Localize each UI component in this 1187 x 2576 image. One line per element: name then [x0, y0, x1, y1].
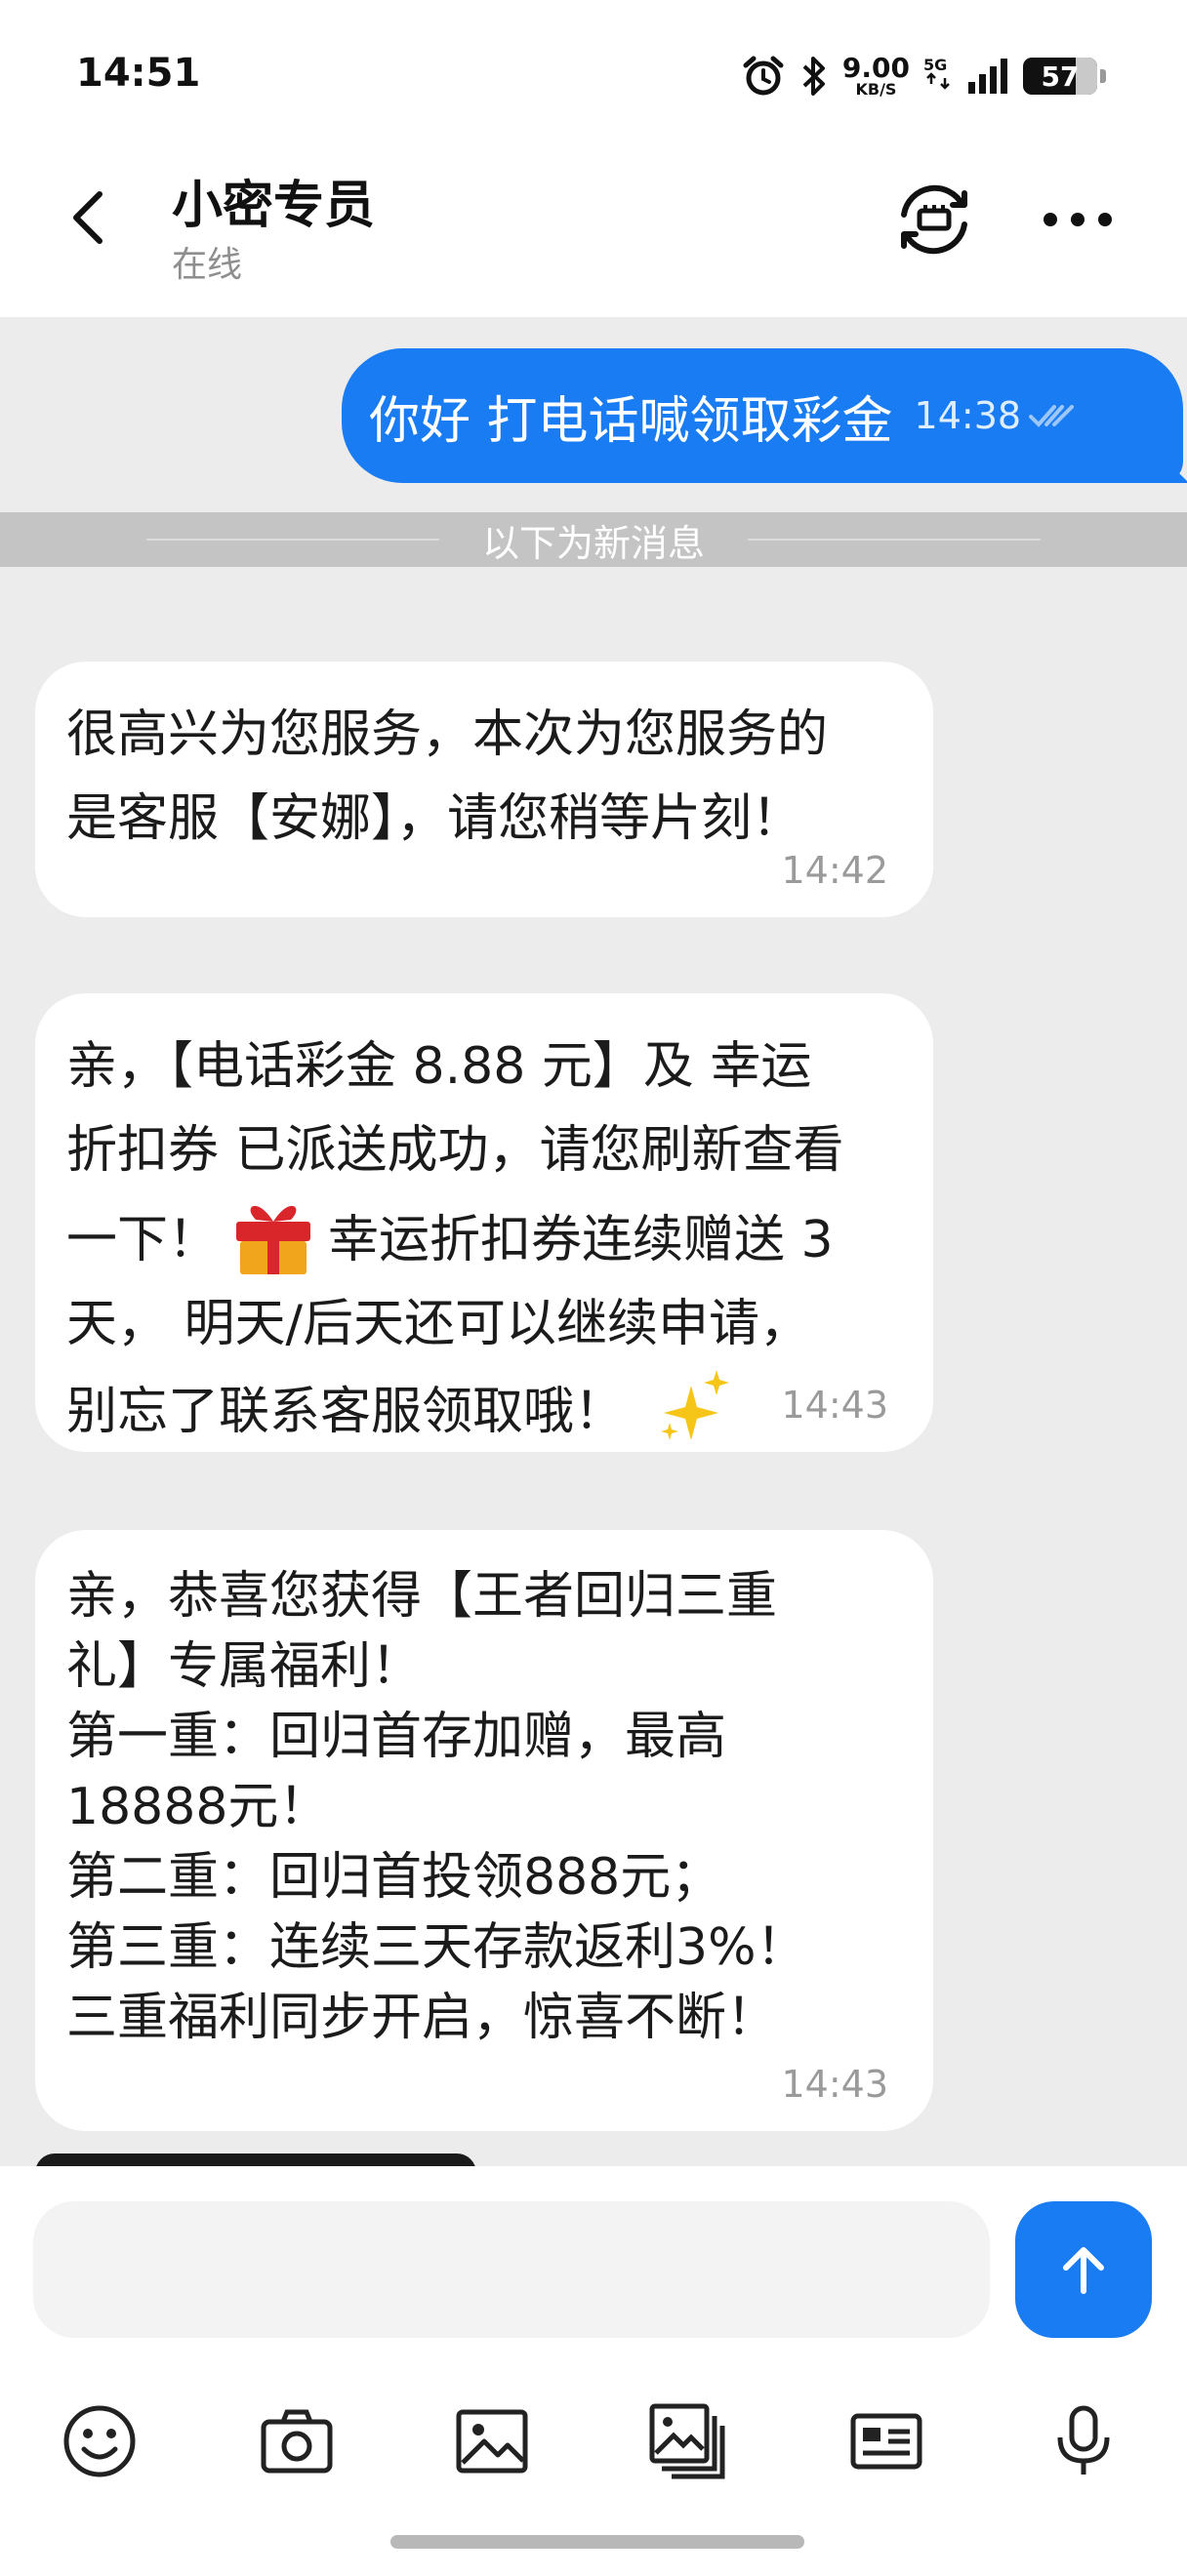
- gift-emoji: [228, 1192, 318, 1276]
- more-icon: [1044, 213, 1112, 226]
- incoming-message-time: 14:42: [781, 849, 888, 892]
- incoming-message-text: 亲，【电话彩金 8.88 元】及 幸运 折扣券 已派送成功，请您刷新查看 一下！…: [66, 1025, 890, 1454]
- incoming-message-time: 14:43: [781, 2063, 888, 2106]
- 5g-icon: 5G: [923, 55, 953, 98]
- image-icon: [456, 2409, 528, 2474]
- switch-button[interactable]: [890, 176, 978, 263]
- double-check-icon: [1029, 405, 1075, 427]
- battery-icon: 57: [1023, 58, 1106, 95]
- net-speed-unit: KB/S: [855, 80, 897, 99]
- image-button[interactable]: [451, 2400, 533, 2482]
- sparkles-emoji: [652, 1366, 736, 1450]
- emoji-icon: [63, 2405, 136, 2477]
- emoji-button[interactable]: [59, 2400, 141, 2482]
- status-time: 14:51: [76, 51, 201, 96]
- back-button[interactable]: [68, 183, 127, 252]
- gallery-button[interactable]: [646, 2400, 728, 2482]
- incoming-message-text: 亲，恭喜您获得【王者回归三重 礼】专属福利！ 第一重：回归首存加赠，最高 188…: [66, 1567, 807, 2047]
- send-button[interactable]: [1015, 2201, 1152, 2338]
- partial-message: [35, 2153, 476, 2166]
- message-list[interactable]: 你好 打电话喊领取彩金 14:38 以下为新消息 很高兴为您服务，本次为您服务的…: [0, 317, 1187, 2166]
- status-icons: 9.00 KB/S 5G 57: [741, 49, 1106, 103]
- contact-name[interactable]: 小密专员: [172, 164, 375, 237]
- incoming-message-text: 很高兴为您服务，本次为您服务的 是客服【安娜】，请您稍等片刻！: [66, 705, 829, 848]
- status-bar: 14:51 9.00 KB/S 5G 57: [0, 0, 1187, 146]
- camera-icon: [261, 2409, 333, 2474]
- battery-level: 57: [1041, 60, 1080, 93]
- alarm-icon: [741, 54, 786, 99]
- message-input[interactable]: [33, 2201, 990, 2338]
- incoming-message[interactable]: 亲，恭喜您获得【王者回归三重 礼】专属福利！ 第一重：回归首存加赠，最高 188…: [35, 1530, 933, 2131]
- chat-header: 小密专员 在线: [0, 146, 1187, 317]
- voice-button[interactable]: [1043, 2400, 1125, 2482]
- switch-icon: [901, 184, 967, 255]
- arrow-up-icon: [1063, 2247, 1104, 2294]
- gallery-icon: [649, 2403, 725, 2479]
- outgoing-message-meta: 14:38: [915, 394, 1077, 437]
- net-speed: 9.00 KB/S: [842, 55, 910, 98]
- signal-icon: [966, 55, 1009, 98]
- new-messages-divider: 以下为新消息: [0, 512, 1187, 567]
- outgoing-message[interactable]: 你好 打电话喊领取彩金 14:38: [342, 348, 1183, 483]
- outgoing-message-time: 14:38: [914, 394, 1022, 437]
- card-icon: [850, 2413, 922, 2470]
- contact-status: 在线: [172, 245, 243, 285]
- camera-button[interactable]: [256, 2400, 338, 2482]
- back-icon: [73, 191, 102, 244]
- net-speed-value: 9.00: [841, 52, 910, 84]
- new-messages-divider-label: 以下为新消息: [481, 521, 705, 565]
- bluetooth-icon: [799, 55, 829, 98]
- card-button[interactable]: [845, 2400, 927, 2482]
- outgoing-message-text: 你好 打电话喊领取彩金: [369, 391, 893, 451]
- more-button[interactable]: [1041, 200, 1115, 239]
- incoming-message-time: 14:43: [781, 1384, 888, 1427]
- incoming-message[interactable]: 亲，【电话彩金 8.88 元】及 幸运 折扣券 已派送成功，请您刷新查看 一下！…: [35, 993, 933, 1452]
- microphone-icon: [1057, 2405, 1110, 2475]
- home-indicator[interactable]: [390, 2535, 804, 2549]
- incoming-message[interactable]: 很高兴为您服务，本次为您服务的 是客服【安娜】，请您稍等片刻！ 14:42: [35, 662, 933, 917]
- attachment-toolbar: [0, 2361, 1187, 2517]
- svg-text:5G: 5G: [923, 56, 947, 74]
- input-bar: [0, 2166, 1187, 2361]
